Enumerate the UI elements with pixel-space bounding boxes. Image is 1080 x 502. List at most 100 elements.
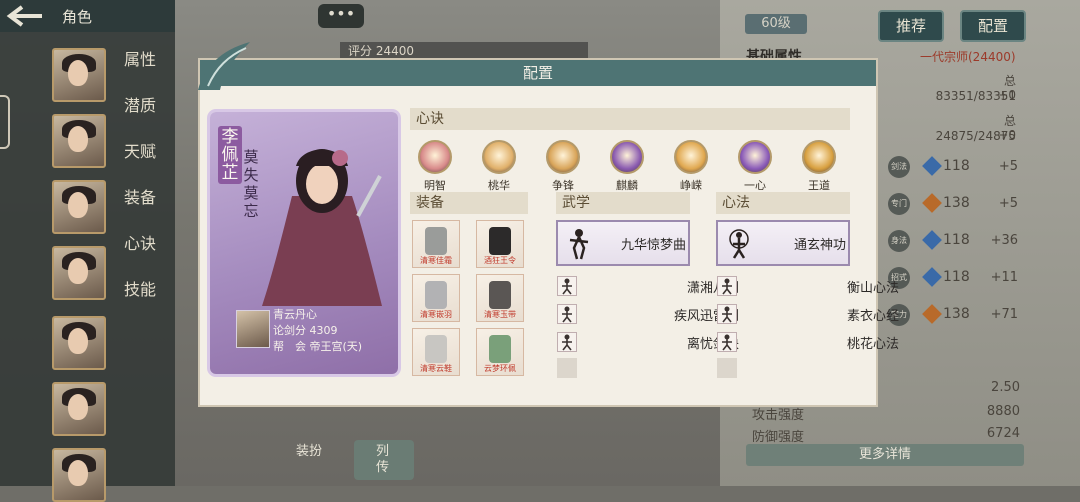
equipment-item-icon (489, 227, 511, 255)
side-drawer-handle[interactable] (0, 95, 10, 149)
gem-icon (922, 304, 942, 324)
equipment-section-header: 装备 (410, 192, 528, 214)
equipment-item-icon (425, 335, 447, 363)
tab-potential[interactable]: 潜质 (124, 92, 164, 116)
xinjue-label: 一心 (744, 179, 766, 192)
xinjue-orb-icon[interactable] (802, 140, 836, 174)
equipment-slot[interactable]: 云梦环佩 (476, 328, 524, 376)
skill-icon[interactable] (557, 276, 577, 296)
attribute-bonus: +71 (990, 307, 1018, 322)
skill-name: 素衣心经 (846, 309, 899, 324)
equipment-name: 云梦环佩 (484, 364, 516, 373)
character-portrait-2[interactable] (52, 114, 106, 168)
gem-icon (922, 193, 942, 213)
equipment-item-icon (425, 227, 447, 255)
xinjue-label: 明智 (424, 179, 446, 192)
xinjue-label: 桃华 (488, 179, 510, 192)
equipment-slot[interactable]: 清寒玉带 (476, 274, 524, 322)
xinjue-orb-icon[interactable] (738, 140, 772, 174)
recommend-button[interactable]: 推荐 (878, 10, 944, 42)
tab-attributes[interactable]: 属性 (124, 46, 164, 70)
biography-label: 列传 (376, 444, 390, 475)
gem-icon (922, 267, 942, 287)
stat-line-2: +0 (998, 88, 1016, 102)
character-portrait-4[interactable] (52, 246, 106, 300)
attribute-bonus: +5 (998, 196, 1018, 211)
tab-skills[interactable]: 技能 (124, 276, 164, 300)
equipment-name: 清寒佳霜 (420, 256, 452, 265)
score-label: 评分 24400 (340, 42, 588, 60)
skill-icon[interactable] (557, 332, 577, 352)
xinjue-label: 峥嵘 (680, 179, 702, 192)
equipment-name: 清寒云鞋 (420, 364, 452, 373)
xinjue-orb-icon[interactable] (482, 140, 516, 174)
tab-talent[interactable]: 天赋 (124, 138, 164, 162)
tab-equipment[interactable]: 装备 (124, 184, 164, 208)
gem-icon (922, 230, 942, 250)
tab-xinjue[interactable]: 心诀 (124, 230, 164, 254)
attribute-bonus: +11 (990, 270, 1018, 285)
character-figure (262, 136, 382, 306)
dress-up-button[interactable]: 装扮 (296, 440, 348, 480)
meditation-figure-icon (728, 228, 750, 260)
attack-strength-value: 8880 (986, 404, 1020, 419)
xinjue-label: 麒麟 (616, 179, 638, 192)
character-portrait-5[interactable] (52, 316, 106, 370)
defense-strength-value: 6724 (986, 426, 1020, 441)
character-portrait-3[interactable] (52, 180, 106, 234)
mind-method-section-header: 心法 (716, 192, 850, 214)
more-details-button[interactable]: 更多详情 (746, 444, 1024, 466)
xinjue-label: 争锋 (552, 179, 574, 192)
attribute-value-row: 118 (922, 230, 977, 250)
equipment-slot[interactable]: 清寒佳霜 (412, 220, 460, 268)
arena-score: 论剑分 4309 (273, 324, 338, 337)
equipment-item-icon (489, 335, 511, 363)
xinjue-label: 王道 (808, 179, 830, 192)
attack-strength-label: 攻击强度 (752, 408, 805, 423)
gem-icon (922, 156, 942, 176)
character-portrait-7[interactable] (52, 448, 106, 502)
attribute-bonus: +36 (990, 233, 1018, 248)
xinjue-orb-icon[interactable] (546, 140, 580, 174)
defense-strength-label: 防御强度 (752, 430, 805, 445)
attribute-value: 118 (943, 158, 970, 174)
character-portrait-1[interactable] (52, 48, 106, 102)
player-name: 青云丹心 (273, 308, 317, 321)
attribute-value-row: 118 (922, 267, 977, 287)
skill-icon[interactable] (557, 304, 577, 324)
level-badge: 60级 (745, 14, 807, 34)
equipment-slot[interactable]: 清寒云鞋 (412, 328, 460, 376)
equipment-item-icon (425, 281, 447, 309)
attribute-value-row: 118 (922, 156, 977, 176)
mind-method-main-skill[interactable]: 通玄神功 (716, 220, 850, 266)
config-button[interactable]: 配置 (960, 10, 1026, 42)
attribute-value-row: 138 (922, 193, 977, 213)
xinjue-section-header: 心诀 (410, 108, 850, 130)
equipment-slot[interactable]: 清寒嵌羽 (412, 274, 460, 322)
martial-arts-main-skill[interactable]: 九华惊梦曲 (556, 220, 690, 266)
skill-icon[interactable] (717, 304, 737, 324)
guild-info: 帮 会 帝王宫(天) (273, 340, 363, 353)
skill-name: 桃花心法 (846, 337, 899, 352)
martial-arts-main-label: 九华惊梦曲 (620, 238, 686, 253)
biography-button[interactable]: 列传 (354, 440, 414, 480)
attribute-bonus: +5 (998, 159, 1018, 174)
skill-icon[interactable] (717, 332, 737, 352)
xinjue-orb-icon[interactable] (674, 140, 708, 174)
back-arrow-icon[interactable] (6, 4, 50, 28)
attribute-value: 138 (943, 195, 970, 211)
xinjue-orb-icon[interactable] (418, 140, 452, 174)
modal-ornament-icon (194, 38, 254, 94)
skill-icon[interactable] (717, 276, 737, 296)
equipment-slot[interactable]: 酒狂王令 (476, 220, 524, 268)
chat-button[interactable]: ••• (318, 4, 364, 28)
dancer-figure-icon (568, 228, 590, 260)
character-portrait-6[interactable] (52, 382, 106, 436)
modal-title: 配置 (522, 64, 553, 82)
xinjue-orb-icon[interactable] (610, 140, 644, 174)
equipment-item-icon (489, 281, 511, 309)
equipment-name: 清寒玉带 (484, 310, 516, 319)
empty-skill-slot[interactable] (557, 358, 577, 378)
empty-skill-slot[interactable] (717, 358, 737, 378)
attribute-value-row: 138 (922, 304, 977, 324)
